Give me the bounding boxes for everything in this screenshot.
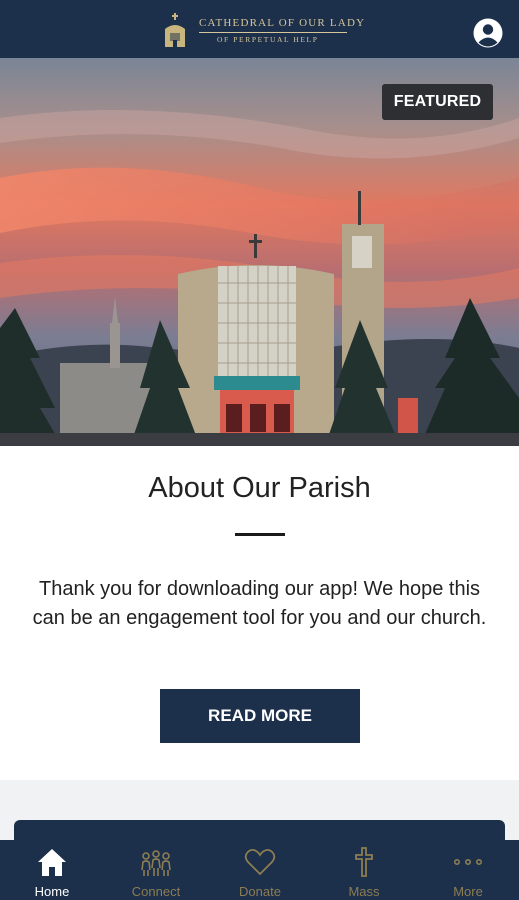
home-icon bbox=[38, 849, 66, 876]
more-dots-icon bbox=[453, 859, 482, 866]
tab-label: Connect bbox=[131, 884, 181, 899]
tab-more[interactable]: More bbox=[416, 840, 519, 900]
church-logo-icon bbox=[165, 13, 185, 47]
bottom-tab-bar: Home Connect Donate Mass More bbox=[0, 840, 519, 900]
featured-badge: FEATURED bbox=[382, 84, 493, 120]
people-icon bbox=[141, 850, 171, 876]
tab-label: Mass bbox=[348, 884, 380, 899]
tab-donate[interactable]: Donate bbox=[208, 840, 312, 900]
read-more-button[interactable]: READ MORE bbox=[160, 689, 360, 743]
title-divider bbox=[235, 533, 285, 536]
logo-subtitle: OF PERPETUAL HELP bbox=[217, 35, 319, 44]
tab-home[interactable]: Home bbox=[0, 840, 104, 900]
user-circle-icon[interactable] bbox=[473, 18, 503, 48]
card-body-text: Thank you for downloading our app! We ho… bbox=[32, 578, 487, 629]
tab-label: More bbox=[453, 884, 483, 899]
cross-icon bbox=[355, 847, 373, 877]
logo-title: CATHEDRAL OF OUR LADY bbox=[199, 17, 366, 29]
heart-icon bbox=[244, 848, 276, 876]
tab-label: Donate bbox=[239, 884, 281, 899]
tab-mass[interactable]: Mass bbox=[312, 840, 416, 900]
app-header: CATHEDRAL OF OUR LADY OF PERPETUAL HELP bbox=[0, 0, 519, 58]
logo-divider bbox=[199, 32, 347, 33]
cathedral-logo[interactable]: CATHEDRAL OF OUR LADY OF PERPETUAL HELP bbox=[162, 10, 364, 52]
card-title: About Our Parish bbox=[148, 472, 371, 504]
tab-connect[interactable]: Connect bbox=[104, 840, 208, 900]
tab-label: Home bbox=[34, 884, 70, 899]
